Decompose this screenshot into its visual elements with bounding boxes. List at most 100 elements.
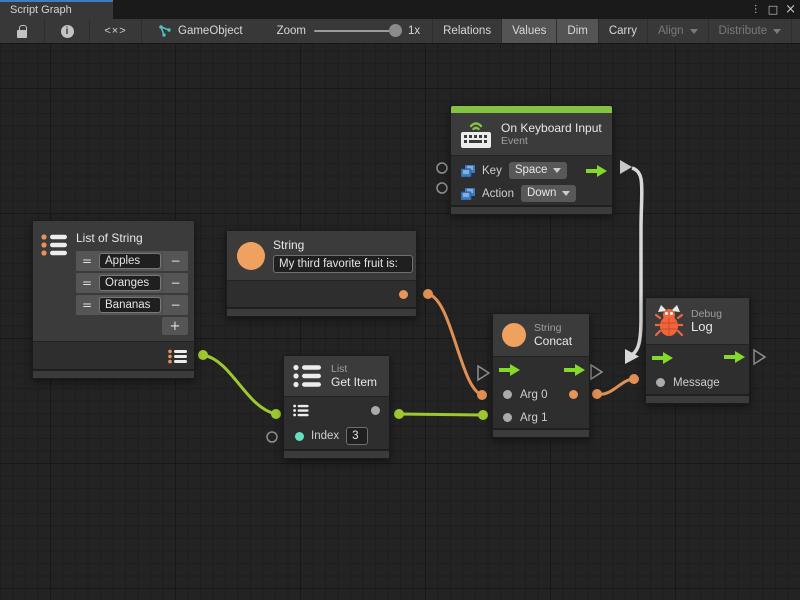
zoom-value: 1x (408, 25, 420, 37)
node-title: Log (691, 320, 722, 334)
node-category: String (534, 322, 572, 334)
toolbar-context-group: GameObject Zoom 1x (142, 19, 433, 43)
node-list-of-string[interactable]: List of String = Apples − = Oranges − = (32, 220, 195, 379)
graph-toolbar: i <×> GameObject Zoom 1x Relations Value… (0, 19, 800, 44)
flow-in-port[interactable] (652, 352, 673, 364)
string-value-field[interactable]: My third favorite fruit is: (273, 255, 413, 273)
node-concat[interactable]: String Concat Arg 0 Arg 1 (492, 313, 590, 438)
arg0-input-port[interactable] (503, 390, 512, 399)
close-icon[interactable]: × (785, 0, 796, 19)
node-body: Index 3 (284, 396, 389, 449)
distribute-label: Distribute (719, 25, 768, 37)
node-footer (493, 428, 589, 437)
toolbar-right-group: Relations Values Dim Carry Align Distrib… (433, 19, 800, 43)
result-output-port[interactable] (569, 390, 578, 399)
arg1-label: Arg 1 (520, 412, 548, 424)
dim-button[interactable]: Dim (557, 19, 598, 43)
node-header: List Get Item (284, 356, 389, 396)
node-header: On Keyboard Input Event (451, 113, 612, 155)
key-dropdown[interactable]: Space (509, 162, 568, 179)
index-field[interactable]: 3 (346, 427, 368, 445)
chevron-down-icon (553, 168, 561, 173)
string-output-port[interactable] (399, 290, 408, 299)
node-subtitle: Event (501, 135, 602, 147)
remove-item-button[interactable]: − (162, 273, 188, 293)
action-label: Action (482, 188, 514, 200)
flow-out-port[interactable] (724, 351, 745, 363)
code-icon: <×> (104, 25, 126, 37)
node-on-keyboard-input[interactable]: On Keyboard Input Event Key Space (450, 105, 613, 215)
lock-button[interactable] (0, 19, 45, 43)
zoom-slider-knob[interactable] (389, 24, 402, 37)
node-string-literal[interactable]: String My third favorite fruit is: (226, 230, 417, 317)
list-item-row: = Oranges − (76, 273, 188, 293)
flow-out-port[interactable] (586, 165, 607, 177)
add-item-button[interactable]: + (162, 317, 188, 335)
string-type-icon (502, 323, 526, 347)
node-footer (451, 205, 612, 214)
zoom-slider[interactable] (314, 30, 400, 32)
script-graph-icon (158, 24, 172, 38)
carry-label: Carry (609, 25, 637, 37)
key-port-icon (461, 165, 475, 177)
code-view-button[interactable]: <×> (90, 19, 142, 43)
maximize-icon[interactable]: □ (768, 0, 778, 19)
menu-icon[interactable]: ⋮ (751, 0, 761, 19)
node-body (33, 341, 194, 369)
index-label: Index (311, 430, 339, 442)
arg1-input-port[interactable] (503, 413, 512, 422)
tab-script-graph[interactable]: Script Graph (0, 0, 113, 19)
node-body: Arg 0 Arg 1 (493, 356, 589, 428)
node-header: String My third favorite fruit is: (227, 231, 416, 280)
item-output-port[interactable] (371, 406, 380, 415)
drag-handle[interactable]: = (76, 251, 98, 271)
overview-button[interactable]: Overview (792, 19, 800, 43)
action-value: Down (527, 185, 556, 202)
index-input-port[interactable] (295, 432, 304, 441)
list-footer: + (76, 317, 188, 335)
values-button[interactable]: Values (502, 19, 557, 43)
chevron-down-icon (773, 29, 781, 34)
list-item-field[interactable]: Bananas (99, 297, 161, 313)
remove-item-button[interactable]: − (162, 295, 188, 315)
action-dropdown[interactable]: Down (521, 185, 576, 202)
list-item-row: = Apples − (76, 251, 188, 271)
drag-handle[interactable]: = (76, 295, 98, 315)
drag-handle[interactable]: = (76, 273, 98, 293)
list-output-icon[interactable] (168, 349, 188, 364)
node-log[interactable]: Debug Log Message (645, 297, 750, 404)
flow-in-port[interactable] (499, 364, 520, 376)
flow-out-port[interactable] (564, 364, 585, 376)
info-button[interactable]: i (45, 19, 90, 43)
node-footer (227, 307, 416, 316)
list-editor: = Apples − = Oranges − = Bananas + − (76, 251, 188, 335)
carry-button[interactable]: Carry (599, 19, 648, 43)
node-footer (33, 369, 194, 378)
node-get-item[interactable]: List Get Item Index 3 (283, 355, 390, 459)
message-label: Message (673, 377, 720, 389)
relations-label: Relations (443, 25, 491, 37)
distribute-dropdown[interactable]: Distribute (709, 19, 793, 43)
node-footer (646, 394, 749, 403)
node-title: String (273, 238, 413, 252)
bug-icon (655, 304, 683, 338)
window-controls: ⋮ □ × (751, 0, 796, 19)
key-label: Key (482, 165, 502, 177)
info-icon: i (61, 25, 74, 38)
remove-item-button[interactable]: − (162, 251, 188, 271)
list-item-row: = Bananas + − (76, 295, 188, 315)
gameobject-label[interactable]: GameObject (178, 25, 243, 37)
list-input-port-icon[interactable] (293, 404, 309, 417)
node-body (227, 280, 416, 307)
list-item-field[interactable]: Apples (99, 253, 161, 269)
zoom-label: Zoom (277, 25, 306, 37)
unity-visual-scripting-window: Script Graph ⋮ □ × i <×> GameObject (0, 0, 800, 600)
relations-button[interactable]: Relations (433, 19, 502, 43)
action-port-icon (461, 188, 475, 200)
align-dropdown[interactable]: Align (648, 19, 709, 43)
list-icon (293, 363, 323, 389)
message-input-port[interactable] (656, 378, 665, 387)
node-body: Message (646, 344, 749, 394)
list-item-field[interactable]: Oranges (99, 275, 161, 291)
node-title: Get Item (331, 375, 377, 389)
